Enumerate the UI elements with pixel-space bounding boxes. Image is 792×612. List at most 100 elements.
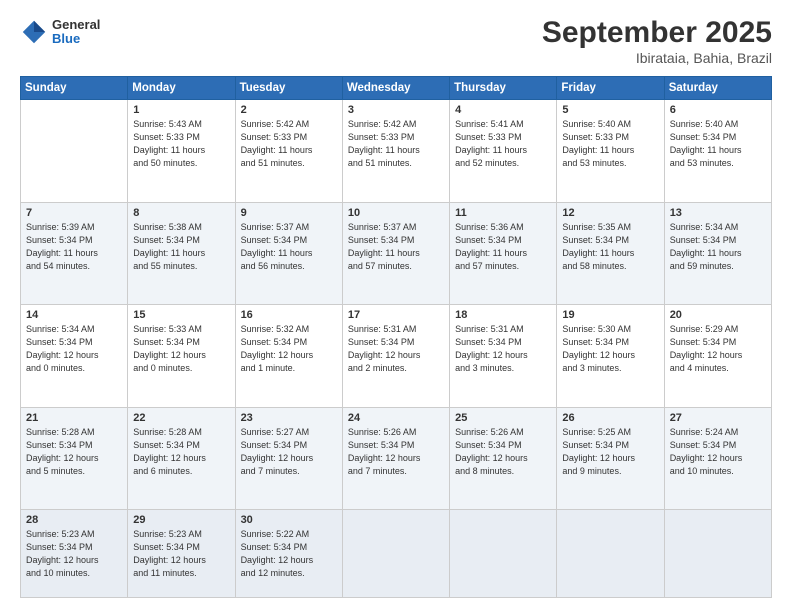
col-sunday: Sunday <box>21 77 128 100</box>
col-saturday: Saturday <box>664 77 771 100</box>
day-number: 25 <box>455 412 551 424</box>
day-number: 18 <box>455 309 551 321</box>
calendar-week-2: 7Sunrise: 5:39 AMSunset: 5:34 PMDaylight… <box>21 202 772 305</box>
day-info: Sunrise: 5:43 AMSunset: 5:33 PMDaylight:… <box>133 118 229 170</box>
calendar-cell: 5Sunrise: 5:40 AMSunset: 5:33 PMDaylight… <box>557 100 664 203</box>
day-number: 6 <box>670 104 766 116</box>
calendar-cell: 23 Sunrise: 5:27 AMSunset: 5:34 PMDayligh… <box>235 407 342 510</box>
day-number: 24 <box>348 412 444 424</box>
calendar-cell: 25 Sunrise: 5:26 AMSunset: 5:34 PMDayligh… <box>450 407 557 510</box>
day-info: Sunrise: 5:34 AMSunset: 5:34 PMDaylight:… <box>670 221 766 273</box>
day-info: Sunrise: 5:33 AMSunset: 5:34 PMDaylight:… <box>133 323 229 375</box>
day-info: Sunrise: 5:23 AMSunset: 5:34 PMDaylight:… <box>26 528 122 580</box>
day-info: Sunrise: 5:36 AMSunset: 5:34 PMDaylight:… <box>455 221 551 273</box>
calendar-cell: 6 Sunrise: 5:40 AMSunset: 5:34 PMDaylight… <box>664 100 771 203</box>
logo-text: General Blue <box>52 18 100 47</box>
day-number: 2 <box>241 104 337 116</box>
title-block: September 2025 Ibirataia, Bahia, Brazil <box>542 18 772 66</box>
calendar-cell: 20 Sunrise: 5:29 AMSunset: 5:34 PMDayligh… <box>664 305 771 408</box>
calendar-cell: 7Sunrise: 5:39 AMSunset: 5:34 PMDaylight… <box>21 202 128 305</box>
col-wednesday: Wednesday <box>342 77 449 100</box>
col-thursday: Thursday <box>450 77 557 100</box>
logo-line1: General <box>52 18 100 32</box>
day-number: 26 <box>562 412 658 424</box>
day-info: Sunrise: 5:31 AMSunset: 5:34 PMDaylight:… <box>455 323 551 375</box>
day-info: Sunrise: 5:37 AMSunset: 5:34 PMDaylight:… <box>241 221 337 273</box>
calendar-cell: 27Sunrise: 5:24 AMSunset: 5:34 PMDayligh… <box>664 407 771 510</box>
day-info: Sunrise: 5:34 AMSunset: 5:34 PMDaylight:… <box>26 323 122 375</box>
calendar-title: September 2025 <box>542 18 772 48</box>
calendar-cell: 28 Sunrise: 5:23 AMSunset: 5:34 PMDayligh… <box>21 510 128 598</box>
day-info: Sunrise: 5:38 AMSunset: 5:34 PMDaylight:… <box>133 221 229 273</box>
page: General Blue September 2025 Ibirataia, B… <box>0 0 792 612</box>
calendar-cell: 11 Sunrise: 5:36 AMSunset: 5:34 PMDayligh… <box>450 202 557 305</box>
day-info: Sunrise: 5:28 AMSunset: 5:34 PMDaylight:… <box>26 426 122 478</box>
col-friday: Friday <box>557 77 664 100</box>
calendar-cell: 29Sunrise: 5:23 AMSunset: 5:34 PMDayligh… <box>128 510 235 598</box>
day-number: 8 <box>133 207 229 219</box>
day-number: 15 <box>133 309 229 321</box>
day-info: Sunrise: 5:28 AMSunset: 5:34 PMDaylight:… <box>133 426 229 478</box>
calendar-cell <box>342 510 449 598</box>
day-info: Sunrise: 5:42 AMSunset: 5:33 PMDaylight:… <box>241 118 337 170</box>
calendar-cell: 13 Sunrise: 5:34 AMSunset: 5:34 PMDayligh… <box>664 202 771 305</box>
day-number: 12 <box>562 207 658 219</box>
calendar-cell: 15 Sunrise: 5:33 AMSunset: 5:34 PMDayligh… <box>128 305 235 408</box>
day-info: Sunrise: 5:22 AMSunset: 5:34 PMDaylight:… <box>241 528 337 580</box>
calendar-cell <box>21 100 128 203</box>
calendar-subtitle: Ibirataia, Bahia, Brazil <box>542 50 772 66</box>
calendar-cell: 10 Sunrise: 5:37 AMSunset: 5:34 PMDayligh… <box>342 202 449 305</box>
day-number: 27 <box>670 412 766 424</box>
calendar-cell: 14Sunrise: 5:34 AMSunset: 5:34 PMDayligh… <box>21 305 128 408</box>
day-number: 17 <box>348 309 444 321</box>
day-number: 20 <box>670 309 766 321</box>
calendar-cell: 12 Sunrise: 5:35 AMSunset: 5:34 PMDayligh… <box>557 202 664 305</box>
logo-icon <box>20 18 48 46</box>
calendar-cell: 18 Sunrise: 5:31 AMSunset: 5:34 PMDayligh… <box>450 305 557 408</box>
day-info: Sunrise: 5:42 AMSunset: 5:33 PMDaylight:… <box>348 118 444 170</box>
day-number: 19 <box>562 309 658 321</box>
day-info: Sunrise: 5:35 AMSunset: 5:34 PMDaylight:… <box>562 221 658 273</box>
calendar-week-4: 21Sunrise: 5:28 AMSunset: 5:34 PMDayligh… <box>21 407 772 510</box>
day-info: Sunrise: 5:37 AMSunset: 5:34 PMDaylight:… <box>348 221 444 273</box>
day-number: 28 <box>26 514 122 526</box>
day-number: 11 <box>455 207 551 219</box>
day-info: Sunrise: 5:39 AMSunset: 5:34 PMDaylight:… <box>26 221 122 273</box>
calendar-cell: 30 Sunrise: 5:22 AMSunset: 5:34 PMDayligh… <box>235 510 342 598</box>
calendar-cell: 4Sunrise: 5:41 AMSunset: 5:33 PMDaylight… <box>450 100 557 203</box>
calendar-cell <box>450 510 557 598</box>
calendar-cell: 26 Sunrise: 5:25 AMSunset: 5:34 PMDayligh… <box>557 407 664 510</box>
calendar-cell: 16Sunrise: 5:32 AMSunset: 5:34 PMDayligh… <box>235 305 342 408</box>
day-number: 10 <box>348 207 444 219</box>
day-info: Sunrise: 5:29 AMSunset: 5:34 PMDaylight:… <box>670 323 766 375</box>
day-number: 30 <box>241 514 337 526</box>
calendar-cell: 22 Sunrise: 5:28 AMSunset: 5:34 PMDayligh… <box>128 407 235 510</box>
day-number: 3 <box>348 104 444 116</box>
day-number: 29 <box>133 514 229 526</box>
calendar-cell: 21Sunrise: 5:28 AMSunset: 5:34 PMDayligh… <box>21 407 128 510</box>
day-info: Sunrise: 5:31 AMSunset: 5:34 PMDaylight:… <box>348 323 444 375</box>
logo: General Blue <box>20 18 100 47</box>
col-tuesday: Tuesday <box>235 77 342 100</box>
day-info: Sunrise: 5:26 AMSunset: 5:34 PMDaylight:… <box>348 426 444 478</box>
day-info: Sunrise: 5:26 AMSunset: 5:34 PMDaylight:… <box>455 426 551 478</box>
calendar-cell: 9Sunrise: 5:37 AMSunset: 5:34 PMDaylight… <box>235 202 342 305</box>
calendar-week-3: 14Sunrise: 5:34 AMSunset: 5:34 PMDayligh… <box>21 305 772 408</box>
day-number: 23 <box>241 412 337 424</box>
calendar-cell: 8 Sunrise: 5:38 AMSunset: 5:34 PMDaylight… <box>128 202 235 305</box>
day-number: 13 <box>670 207 766 219</box>
header: General Blue September 2025 Ibirataia, B… <box>20 18 772 66</box>
day-info: Sunrise: 5:40 AMSunset: 5:33 PMDaylight:… <box>562 118 658 170</box>
calendar-cell: 3 Sunrise: 5:42 AMSunset: 5:33 PMDaylight… <box>342 100 449 203</box>
day-info: Sunrise: 5:30 AMSunset: 5:34 PMDaylight:… <box>562 323 658 375</box>
day-number: 4 <box>455 104 551 116</box>
day-info: Sunrise: 5:40 AMSunset: 5:34 PMDaylight:… <box>670 118 766 170</box>
calendar-cell: 24 Sunrise: 5:26 AMSunset: 5:34 PMDayligh… <box>342 407 449 510</box>
calendar-table: Sunday Monday Tuesday Wednesday Thursday… <box>20 76 772 598</box>
col-monday: Monday <box>128 77 235 100</box>
day-number: 22 <box>133 412 229 424</box>
day-info: Sunrise: 5:25 AMSunset: 5:34 PMDaylight:… <box>562 426 658 478</box>
day-info: Sunrise: 5:32 AMSunset: 5:34 PMDaylight:… <box>241 323 337 375</box>
calendar-cell <box>664 510 771 598</box>
day-info: Sunrise: 5:27 AMSunset: 5:34 PMDaylight:… <box>241 426 337 478</box>
